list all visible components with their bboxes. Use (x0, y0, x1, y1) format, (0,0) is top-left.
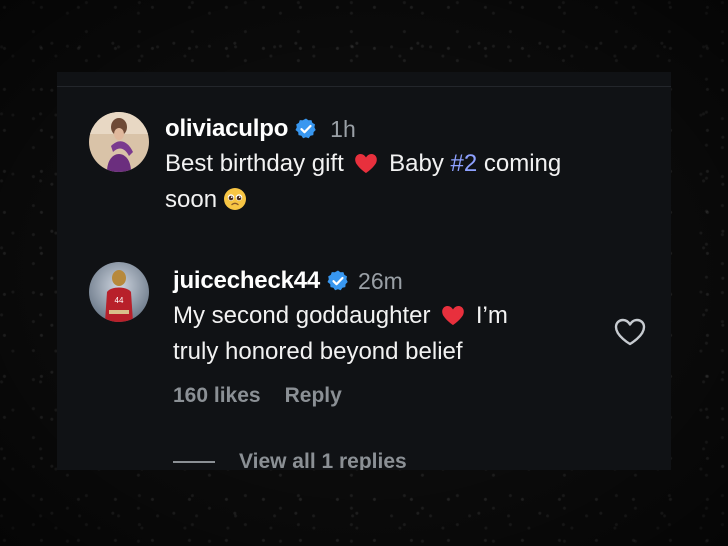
verified-badge-icon (326, 269, 350, 293)
divider (173, 461, 215, 463)
svg-text:44: 44 (115, 296, 124, 305)
view-replies-label: View all 1 replies (239, 450, 407, 470)
comment-text-part: My second goddaughter (173, 302, 431, 329)
red-heart-emoji (441, 301, 465, 325)
comment-text: Best birthday gift Baby #2 coming soon (165, 146, 645, 218)
timestamp: 26m (358, 267, 403, 294)
comment-text: My second goddaughter I’m truly honored … (173, 298, 603, 370)
comment-text-part: soon (165, 186, 218, 213)
comment-actions: 160 likes Reply (173, 384, 342, 408)
comment-text-part: I’m (475, 302, 508, 329)
pleading-face-emoji (223, 186, 247, 210)
view-replies-button[interactable]: View all 1 replies (173, 450, 407, 470)
comment-text-part: Best birthday gift (165, 150, 344, 177)
avatar[interactable]: 44 (89, 262, 149, 322)
avatar-image (89, 112, 149, 172)
avatar-image: 44 (89, 262, 149, 322)
comments-panel: oliviaculpo 1h Best birthday gift Baby #… (57, 72, 671, 470)
comment-text-part: Baby (389, 150, 444, 177)
username[interactable]: oliviaculpo (165, 115, 288, 143)
likes-count[interactable]: 160 likes (173, 384, 261, 408)
heart-outline-icon[interactable] (613, 317, 647, 347)
username[interactable]: juicecheck44 (173, 267, 320, 295)
comment-text-part: coming (483, 150, 562, 177)
reply-button[interactable]: Reply (285, 384, 342, 408)
red-heart-emoji (354, 149, 378, 173)
timestamp: 1h (330, 115, 356, 142)
hashtag-link[interactable]: #2 (450, 150, 477, 177)
comment-header: juicecheck44 26m (173, 264, 603, 298)
comment-header: oliviaculpo 1h (165, 112, 645, 146)
comment-item: juicecheck44 26m My second goddaughter I… (173, 264, 603, 370)
comment-text-part: truly honored beyond belief (173, 338, 463, 365)
divider (57, 86, 671, 87)
verified-badge-icon (294, 117, 318, 141)
avatar[interactable] (89, 112, 149, 172)
comment-item: oliviaculpo 1h Best birthday gift Baby #… (165, 112, 645, 218)
